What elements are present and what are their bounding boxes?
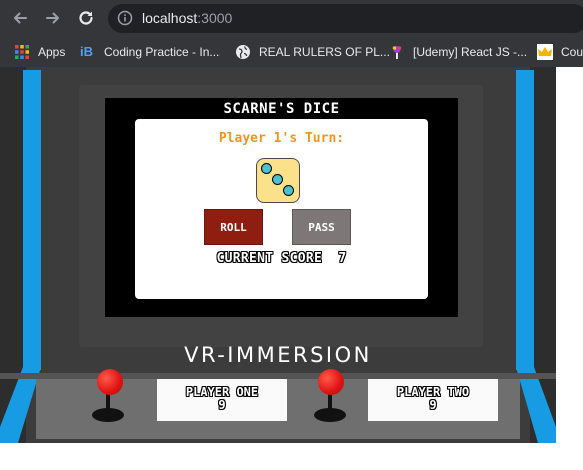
die-face-icon	[256, 158, 300, 203]
player-two-score: 9	[429, 398, 437, 412]
player-two-name: PLAYER TWO	[396, 385, 470, 399]
url-port: :3000	[197, 10, 233, 26]
forward-arrow-icon[interactable]	[44, 9, 62, 27]
url-host: localhost	[142, 10, 198, 26]
player-two-card: PLAYER TWO 9	[368, 379, 498, 421]
bookmark-label: Cou	[561, 44, 583, 59]
bookmark-apps[interactable]: Apps	[14, 36, 65, 67]
info-icon[interactable]	[117, 10, 133, 26]
player-one-score: 9	[218, 398, 226, 412]
reload-icon[interactable]	[77, 9, 95, 27]
bookmark-cou[interactable]: Cou	[537, 36, 583, 67]
bookmarks-bar: Apps iB Coding Practice - In... REAL RUL…	[0, 36, 583, 67]
bookmark-coding-practice[interactable]: iB Coding Practice - In...	[80, 36, 219, 67]
bookmark-udemy-react[interactable]: [Udemy] React JS -...	[389, 36, 527, 67]
game-title: SCARNE'S DICE	[223, 101, 340, 117]
crown-icon	[537, 43, 553, 60]
die-pip	[261, 163, 272, 174]
current-score: CURRENT SCORE 7	[216, 251, 347, 266]
back-arrow-icon[interactable]	[11, 9, 29, 27]
ib-icon: iB	[80, 43, 93, 59]
joystick-ball	[97, 369, 123, 395]
die-pip	[283, 185, 294, 196]
player-one-name: PLAYER ONE	[185, 385, 259, 399]
joystick-ball	[318, 369, 344, 395]
bookmark-label: Apps	[38, 44, 66, 59]
bookmark-label: Coding Practice - In...	[104, 44, 220, 59]
roll-button[interactable]: ROLL	[204, 209, 263, 245]
browser-toolbar: localhost:3000	[0, 0, 583, 36]
apps-grid-icon	[14, 44, 30, 60]
pass-button[interactable]: PASS	[292, 209, 351, 245]
page-content: SCARNE'S DICE Player 1's Turn: ROLL PASS…	[0, 67, 583, 470]
die-pip	[272, 174, 283, 185]
address-bar[interactable]: localhost:3000	[108, 4, 583, 33]
game-panel	[135, 119, 428, 299]
left-neon-strip	[23, 70, 41, 370]
bookmark-label: REAL RULERS OF PL...	[259, 44, 390, 59]
bookmark-real-rulers[interactable]: REAL RULERS OF PL...	[235, 36, 390, 67]
right-neon-strip	[516, 70, 534, 370]
player-one-card: PLAYER ONE 9	[157, 379, 287, 421]
url-text[interactable]: localhost:3000	[142, 10, 232, 26]
globe-icon	[235, 44, 251, 60]
turn-label: Player 1's Turn:	[218, 131, 345, 146]
bookmark-label: [Udemy] React JS -...	[413, 44, 528, 59]
udemy-icon	[389, 44, 405, 60]
brand-logo: VR-IMMERSION	[184, 343, 372, 367]
